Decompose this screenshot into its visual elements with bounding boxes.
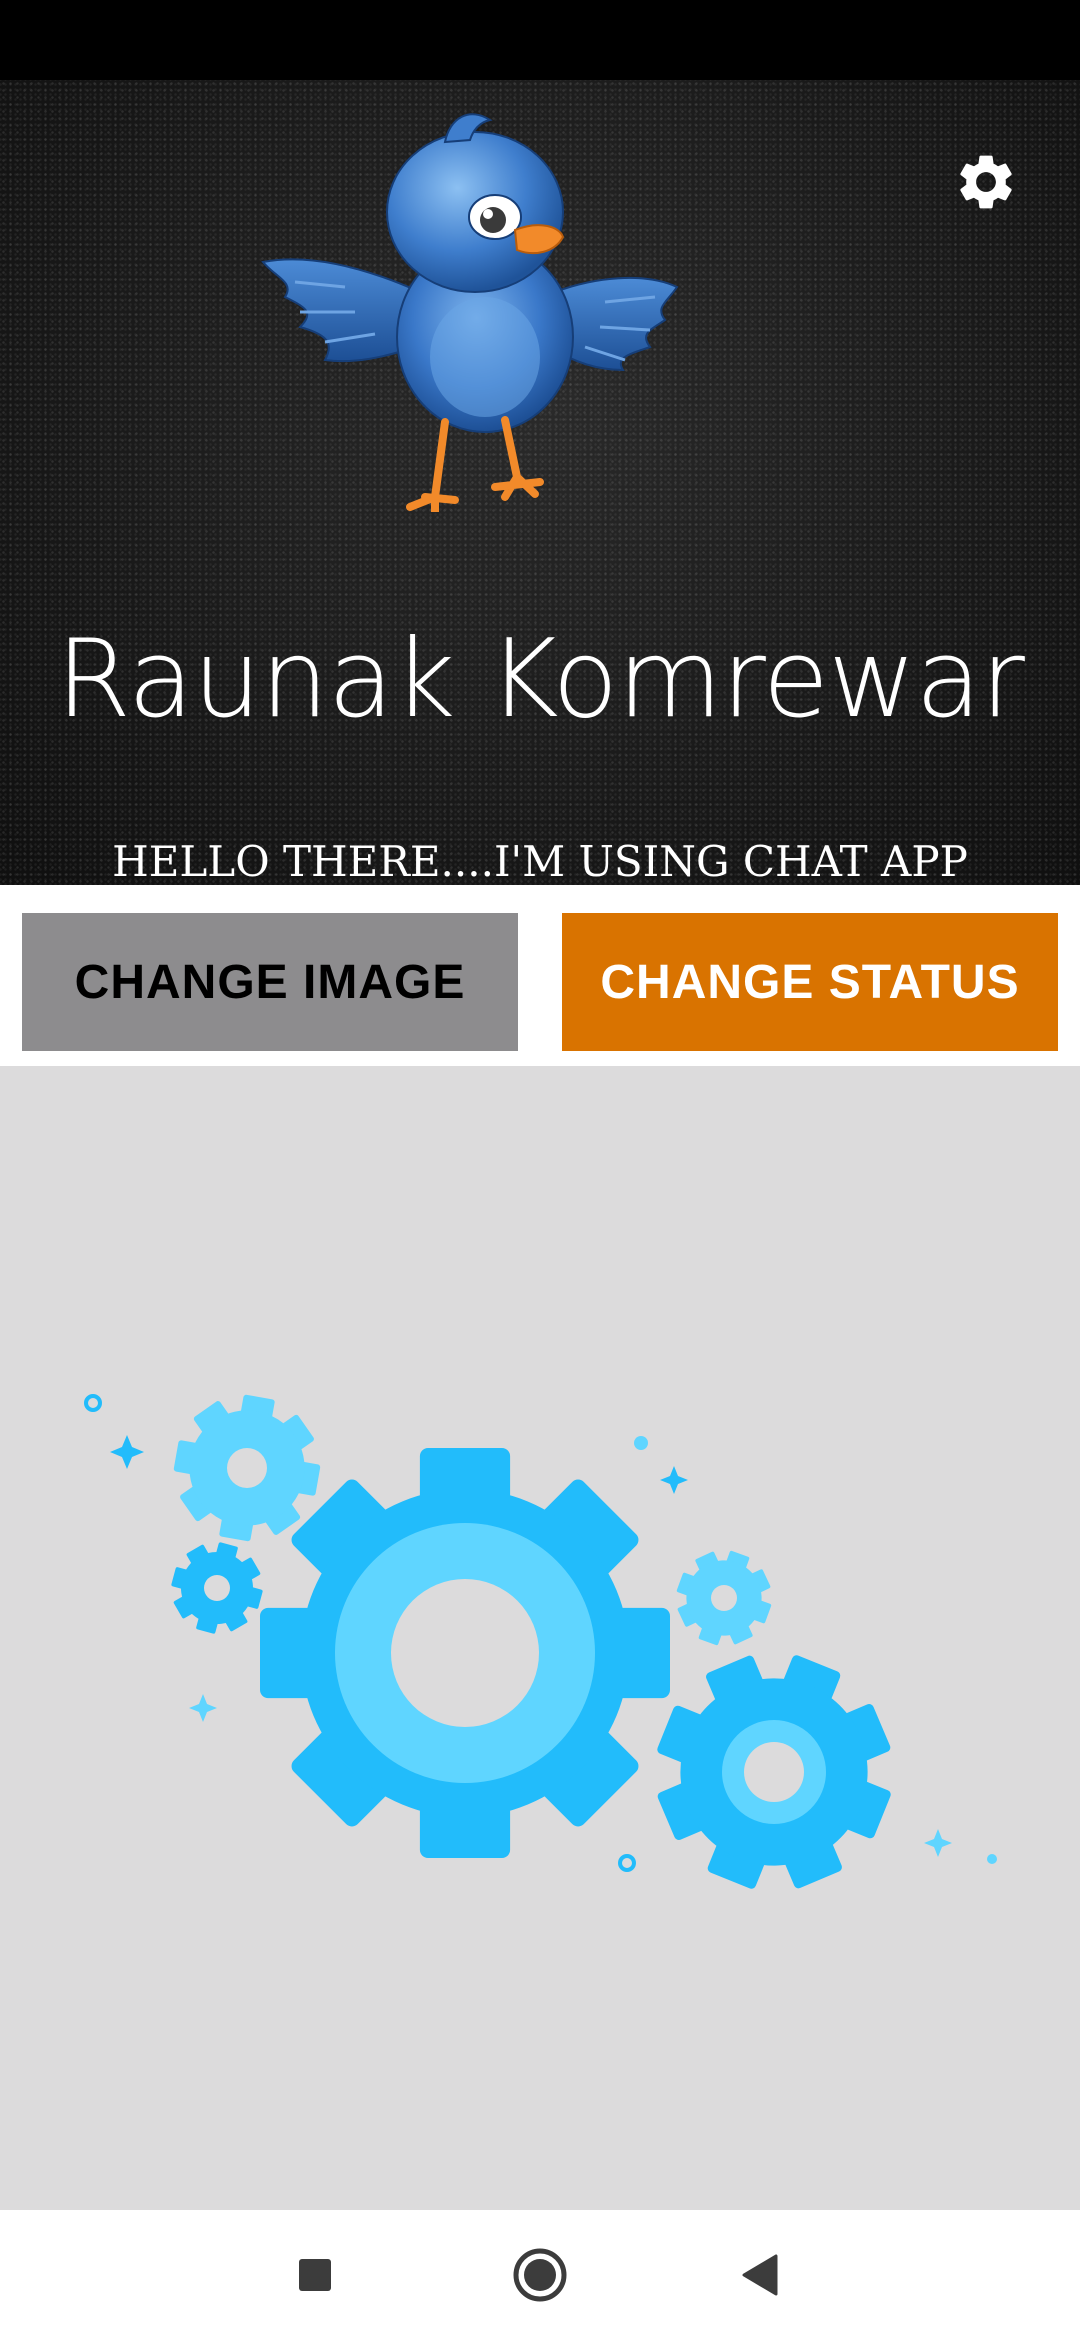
back-button[interactable] [725, 2240, 795, 2310]
navigation-bar [0, 2210, 1080, 2340]
profile-name: Raunak Komrewar [56, 617, 1025, 742]
gears-illustration [84, 1384, 997, 1925]
back-triangle-icon [742, 2254, 778, 2296]
profile-header: Raunak Komrewar HELLO THERE....I'M USING… [0, 80, 1080, 885]
profile-status: HELLO THERE....I'M USING CHAT APP [112, 837, 968, 885]
change-status-button[interactable]: CHANGE STATUS [562, 913, 1058, 1051]
avatar[interactable] [255, 102, 685, 512]
settings-button[interactable] [944, 140, 1028, 224]
gears-illustration-panel [0, 1066, 1080, 2210]
home-button[interactable] [505, 2240, 575, 2310]
recents-button[interactable] [280, 2240, 350, 2310]
circle-icon [513, 2248, 567, 2302]
gear-icon [960, 155, 1012, 209]
status-bar [0, 0, 1080, 80]
square-icon [299, 2259, 331, 2291]
change-image-button[interactable]: CHANGE IMAGE [22, 913, 518, 1051]
